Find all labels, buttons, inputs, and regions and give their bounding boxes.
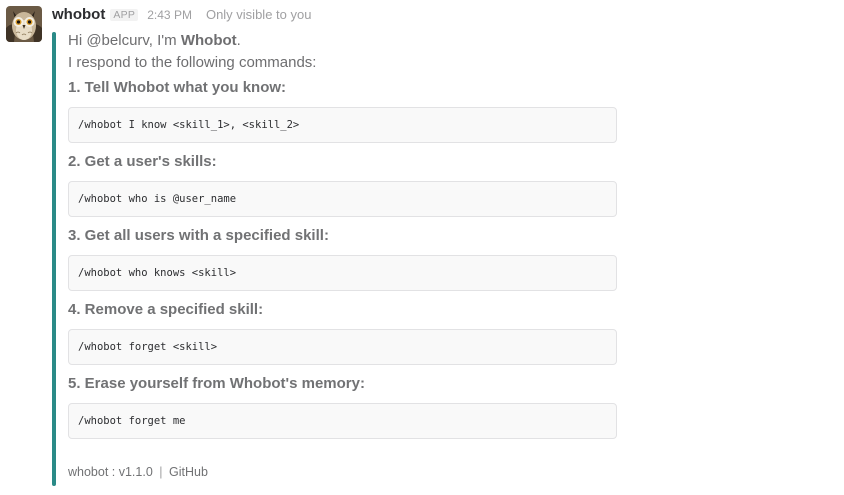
message-header: whobot APP 2:43 PM Only visible to you bbox=[52, 6, 311, 26]
intro-subtitle: I respond to the following commands: bbox=[68, 54, 317, 71]
command-heading: 2. Get a user's skills: bbox=[68, 153, 217, 170]
command-heading: 5. Erase yourself from Whobot's memory: bbox=[68, 375, 365, 392]
attachment-footer: whobot : v1.1.0 | GitHub bbox=[68, 465, 208, 479]
message-timestamp[interactable]: 2:43 PM bbox=[147, 8, 192, 22]
greeting-line: Hi @belcurv, I'm Whobot. bbox=[68, 30, 628, 52]
command-code-block: /whobot forget me bbox=[68, 403, 617, 439]
command-code-block: /whobot I know <skill_1>, <skill_2> bbox=[68, 107, 617, 143]
attachment-body: Hi @belcurv, I'm Whobot. I respond to th… bbox=[68, 30, 628, 447]
visibility-note: Only visible to you bbox=[205, 7, 312, 22]
bot-message: whobot APP 2:43 PM Only visible to you H… bbox=[0, 0, 844, 495]
owl-avatar-icon[interactable] bbox=[6, 6, 42, 42]
bot-name: Whobot bbox=[180, 32, 237, 49]
command-code-block: /whobot forget <skill> bbox=[68, 329, 617, 365]
command-heading: 3. Get all users with a specified skill: bbox=[68, 227, 329, 244]
greeting-suffix: . bbox=[236, 32, 241, 49]
footer-version: whobot : v1.1.0 bbox=[68, 465, 153, 479]
command-heading: 4. Remove a specified skill: bbox=[68, 301, 264, 318]
sender-name[interactable]: whobot bbox=[52, 6, 105, 23]
command-heading: 1. Tell Whobot what you know: bbox=[68, 79, 287, 96]
attachment-color-bar bbox=[52, 32, 56, 486]
github-link[interactable]: GitHub bbox=[169, 465, 208, 479]
command-code-block: /whobot who knows <skill> bbox=[68, 255, 617, 291]
greeting-prefix: Hi @belcurv, I'm bbox=[68, 32, 181, 49]
app-badge: APP bbox=[110, 9, 139, 21]
command-code-block: /whobot who is @user_name bbox=[68, 181, 617, 217]
footer-separator: | bbox=[159, 465, 163, 479]
